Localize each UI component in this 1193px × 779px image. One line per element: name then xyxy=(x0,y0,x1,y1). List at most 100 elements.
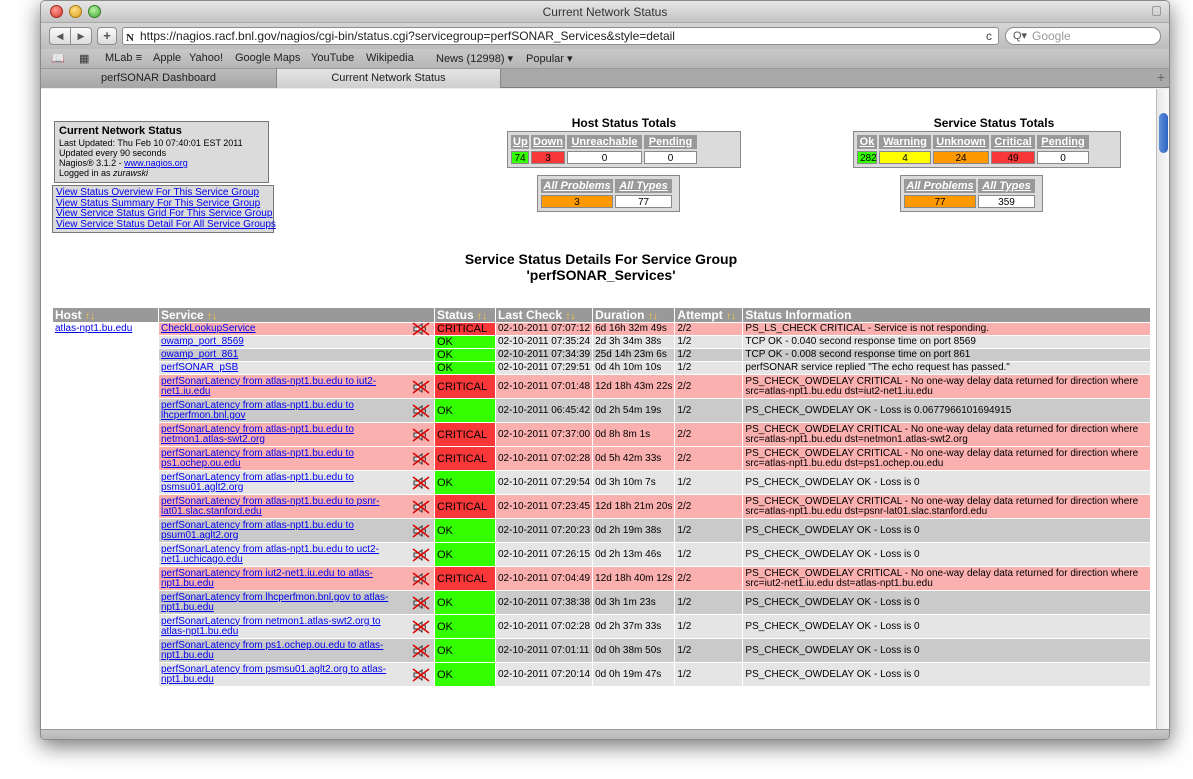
last-check-cell: 02-10-2011 07:23:45 xyxy=(494,494,594,519)
notifications-disabled-icon[interactable] xyxy=(412,667,430,682)
bookmark-item[interactable]: Apple xyxy=(153,52,181,64)
bookmark-item[interactable]: MLab ≡ xyxy=(105,52,142,64)
service-link[interactable]: owamp_port_8569 xyxy=(161,336,244,347)
host-unreachable-header[interactable]: Unreachable xyxy=(567,135,642,149)
table-row: perfSonarLatency from atlas-npt1.bu.edu … xyxy=(52,422,1151,447)
service-link[interactable]: perfSonarLatency from atlas-npt1.bu.edu … xyxy=(161,496,379,517)
new-tab-plus-icon[interactable]: + xyxy=(1157,69,1165,85)
service-link[interactable]: perfSonarLatency from netmon1.atlas-swt2… xyxy=(161,616,381,637)
status-badge: OK xyxy=(434,662,496,687)
service-link[interactable]: perfSonarLatency from atlas-npt1.bu.edu … xyxy=(161,544,379,565)
reload-icon[interactable]: c xyxy=(986,28,992,44)
tab-current-network-status[interactable]: Current Network Status xyxy=(277,69,501,88)
attempt-cell: 1/2 xyxy=(674,335,744,349)
notifications-disabled-icon[interactable] xyxy=(412,322,430,336)
notifications-disabled-icon[interactable] xyxy=(412,619,430,634)
host-pending-count: 0 xyxy=(644,151,697,164)
bookmark-item[interactable]: YouTube xyxy=(311,52,354,64)
nagios-link[interactable]: www.nagios.org xyxy=(124,158,188,168)
bookmark-item[interactable]: Wikipedia xyxy=(366,52,414,64)
host-all-types-header[interactable]: All Types xyxy=(615,179,672,193)
notifications-disabled-icon[interactable] xyxy=(412,379,430,394)
sort-arrows-icon[interactable]: ↑↓ xyxy=(726,311,736,322)
host-all-problems-header[interactable]: All Problems xyxy=(541,179,613,193)
service-link[interactable]: perfSonarLatency from lhcperfmon.bnl.gov… xyxy=(161,592,388,613)
search-field[interactable]: Q▾ Google xyxy=(1005,27,1161,45)
service-link[interactable]: perfSonarLatency from iut2-net1.iu.edu t… xyxy=(161,568,373,589)
add-bookmark-button[interactable]: + xyxy=(97,27,117,45)
notifications-disabled-icon[interactable] xyxy=(412,475,430,490)
duration-cell: 0d 4h 10m 10s xyxy=(592,361,676,375)
col-header-status[interactable]: Status ↑↓ xyxy=(434,307,496,323)
service-all-problems-header[interactable]: All Problems xyxy=(904,179,976,193)
table-row: perfSonarLatency from atlas-npt1.bu.edu … xyxy=(52,542,1151,567)
service-cell: perfSonarLatency from netmon1.atlas-swt2… xyxy=(158,614,435,639)
bookmark-item[interactable]: News (12998) ▾ xyxy=(436,52,513,65)
notifications-disabled-icon[interactable] xyxy=(412,403,430,418)
info-cell: PS_CHECK_OWDELAY OK - Loss is 0 xyxy=(742,518,1151,543)
host-pending-header[interactable]: Pending xyxy=(644,135,697,149)
notifications-disabled-icon[interactable] xyxy=(412,427,430,442)
sort-arrows-icon[interactable]: ↑↓ xyxy=(648,311,658,322)
top-sites-grid-icon[interactable]: ▦ xyxy=(79,52,89,65)
host-link[interactable]: atlas-npt1.bu.edu xyxy=(55,323,132,334)
service-link[interactable]: perfSonarLatency from atlas-npt1.bu.edu … xyxy=(161,448,354,469)
forward-button[interactable]: ▶ xyxy=(70,27,92,45)
notifications-disabled-icon[interactable] xyxy=(412,523,430,538)
col-header-service[interactable]: Service ↑↓ xyxy=(158,307,435,323)
notifications-disabled-icon[interactable] xyxy=(412,571,430,586)
link-status-grid[interactable]: View Service Status Grid For This Servic… xyxy=(56,208,272,219)
col-header-last-check[interactable]: Last Check ↑↓ xyxy=(494,307,594,323)
col-header-duration[interactable]: Duration ↑↓ xyxy=(592,307,676,323)
link-status-summary[interactable]: View Status Summary For This Service Gro… xyxy=(56,198,260,209)
service-link[interactable]: CheckLookupService xyxy=(161,323,256,334)
table-body: atlas-npt1.bu.edu CheckLookupService CRITI… xyxy=(52,322,1151,687)
service-link[interactable]: perfSonarLatency from atlas-npt1.bu.edu … xyxy=(161,424,354,445)
col-header-host[interactable]: Host ↑↓ xyxy=(52,307,159,323)
col-header-status-information: Status Information xyxy=(742,307,1151,323)
host-all-problems-count: 3 xyxy=(541,195,613,208)
vertical-scrollbar[interactable] xyxy=(1156,89,1169,729)
host-cell xyxy=(52,374,159,399)
service-unknown-header[interactable]: Unknown xyxy=(933,135,989,149)
bookmark-item[interactable]: Popular ▾ xyxy=(526,52,573,65)
service-link[interactable]: perfSonarLatency from ps1.ochep.ou.edu t… xyxy=(161,640,383,661)
bookmarks-book-icon[interactable]: 📖 xyxy=(51,52,65,65)
service-link[interactable]: perfSonarLatency from atlas-npt1.bu.edu … xyxy=(161,400,354,421)
host-down-header[interactable]: Down xyxy=(531,135,565,149)
notifications-disabled-icon[interactable] xyxy=(412,643,430,658)
address-bar[interactable]: N https://nagios.racf.bnl.gov/nagios/cgi… xyxy=(122,27,999,45)
service-link[interactable]: owamp_port_861 xyxy=(161,349,238,360)
service-pending-header[interactable]: Pending xyxy=(1037,135,1089,149)
tab-perfsonar-dashboard[interactable]: perfSONAR Dashboard xyxy=(41,69,277,88)
service-link[interactable]: perfSonarLatency from atlas-npt1.bu.edu … xyxy=(161,520,354,541)
sort-arrows-icon[interactable]: ↑↓ xyxy=(85,311,95,322)
service-ok-header[interactable]: Ok xyxy=(857,135,877,149)
sort-arrows-icon[interactable]: ↑↓ xyxy=(207,311,217,322)
service-critical-header[interactable]: Critical xyxy=(991,135,1035,149)
sort-arrows-icon[interactable]: ↑↓ xyxy=(477,311,487,322)
notifications-disabled-icon[interactable] xyxy=(412,451,430,466)
notifications-disabled-icon[interactable] xyxy=(412,547,430,562)
bookmark-item[interactable]: Google Maps xyxy=(235,52,300,64)
service-link[interactable]: perfSONAR_pSB xyxy=(161,362,238,373)
back-button[interactable]: ◀ xyxy=(49,27,71,45)
service-link[interactable]: perfSonarLatency from atlas-npt1.bu.edu … xyxy=(161,376,376,397)
link-status-overview[interactable]: View Status Overview For This Service Gr… xyxy=(56,187,259,198)
info-title: Current Network Status xyxy=(59,125,182,137)
service-link[interactable]: perfSonarLatency from psmsu01.aglt2.org … xyxy=(161,664,386,685)
col-header-attempt[interactable]: Attempt ↑↓ xyxy=(674,307,744,323)
attempt-cell: 1/2 xyxy=(674,361,744,375)
host-up-header[interactable]: Up xyxy=(511,135,529,149)
service-warning-header[interactable]: Warning xyxy=(879,135,931,149)
attempt-cell: 1/2 xyxy=(674,470,744,495)
service-all-types-header[interactable]: All Types xyxy=(978,179,1035,193)
bookmark-item[interactable]: Yahoo! xyxy=(189,52,223,64)
notifications-disabled-icon[interactable] xyxy=(412,595,430,610)
service-link[interactable]: perfSonarLatency from atlas-npt1.bu.edu … xyxy=(161,472,354,493)
link-status-detail-all[interactable]: View Service Status Detail For All Servi… xyxy=(56,219,276,230)
scrollbar-thumb[interactable] xyxy=(1159,113,1168,153)
notifications-disabled-icon[interactable] xyxy=(412,499,430,514)
sort-arrows-icon[interactable]: ↑↓ xyxy=(565,311,575,322)
duration-cell: 0d 2h 54m 19s xyxy=(592,398,676,423)
